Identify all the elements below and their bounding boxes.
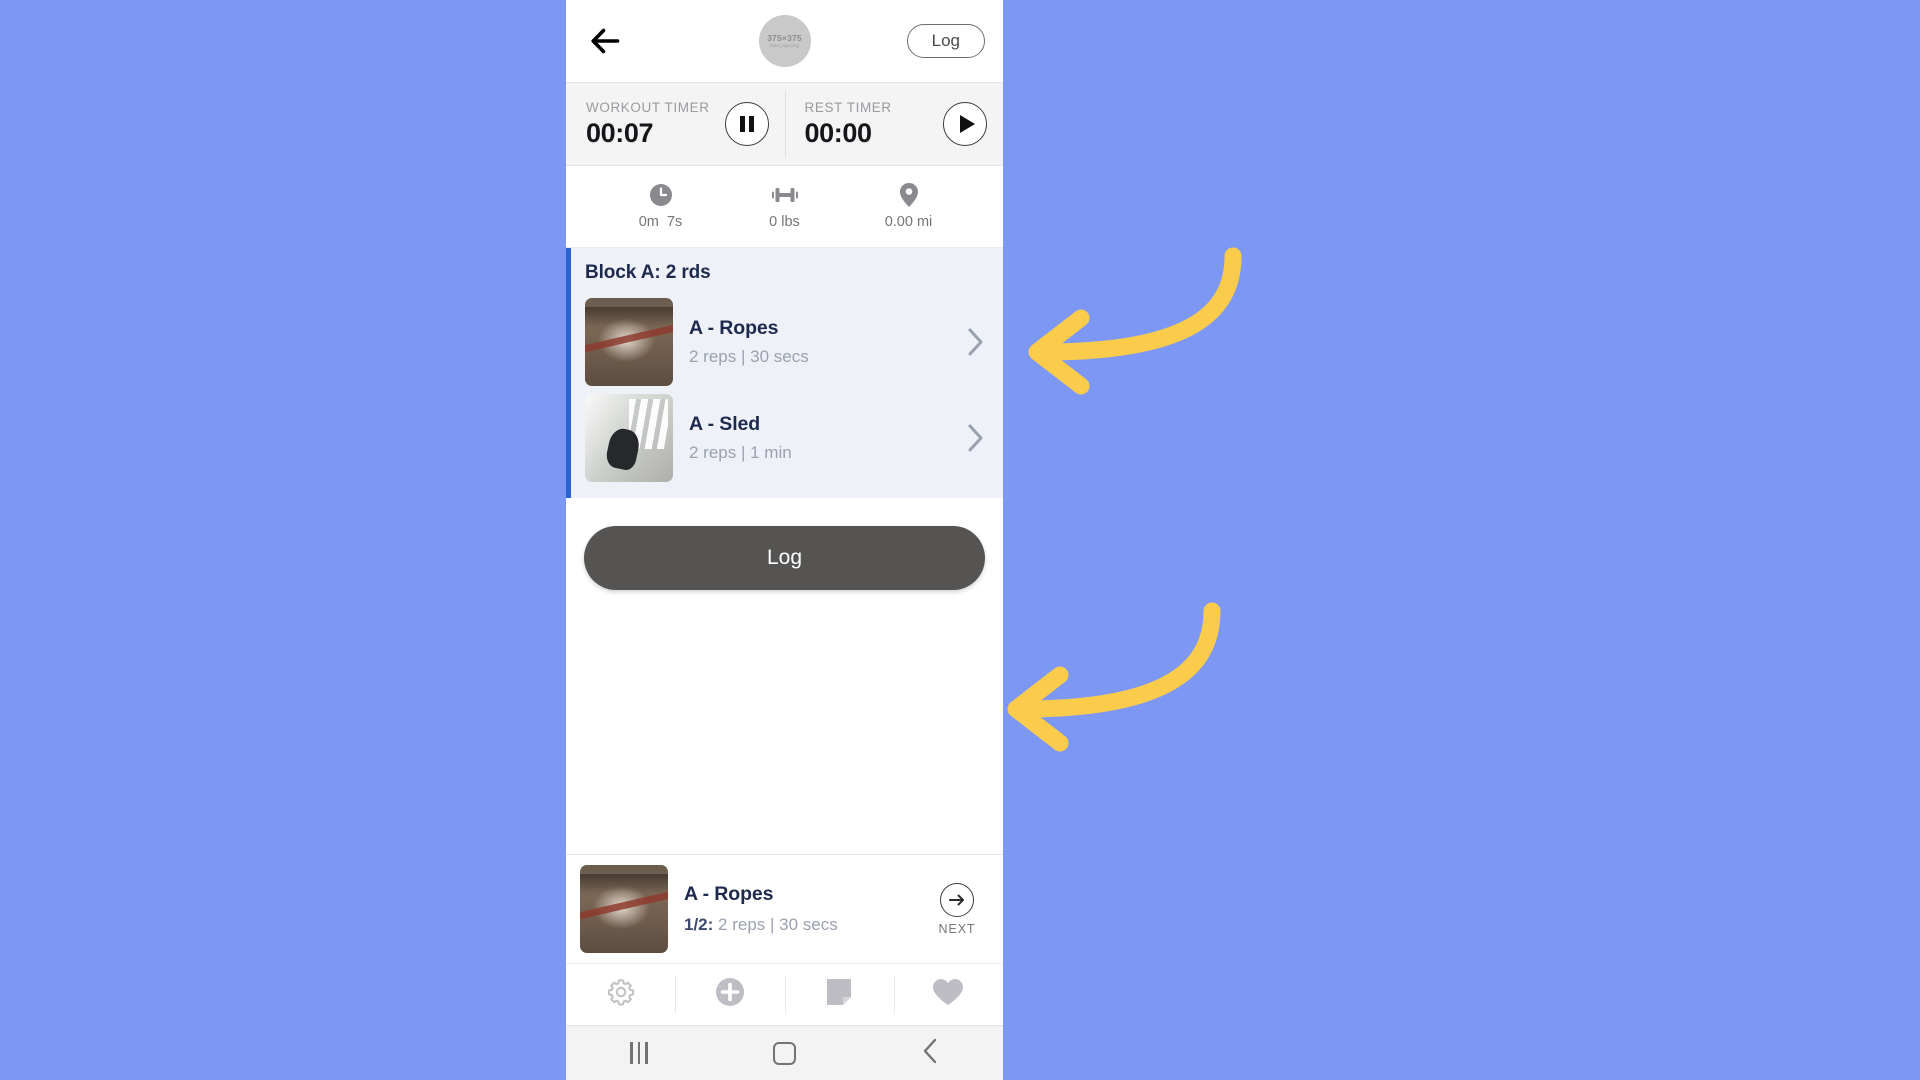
block-title: Block A: 2 rds (585, 262, 711, 283)
avatar-filename-label: med_logo.png (769, 42, 800, 48)
avatar-dimensions-label: 375×375 (767, 32, 802, 43)
exercise-detail: 2 reps | 1 min (689, 443, 792, 462)
location-pin-icon (899, 183, 919, 207)
battle-ropes-thumbnail (585, 298, 673, 386)
exercise-detail: 2 reps | 30 secs (689, 347, 809, 366)
annotation-arrow-exercise-chevron (1028, 247, 1242, 395)
exercise-row[interactable]: A - Ropes 2 reps | 30 secs (571, 294, 1003, 390)
workout-timer-label: WORKOUT TIMER (586, 99, 710, 115)
android-nav-bar (566, 1025, 1003, 1080)
exercise-text: A - Sled 2 reps | 1 min (689, 413, 947, 463)
log-area: Log (566, 498, 1003, 854)
gear-icon (605, 976, 637, 1013)
current-exercise-spec: 2 reps | 30 secs (713, 915, 838, 934)
play-icon (959, 115, 975, 133)
battle-ropes-thumbnail (580, 865, 668, 953)
chevron-right-icon[interactable] (963, 423, 989, 453)
workout-timer-text: WORKOUT TIMER 00:07 (586, 100, 725, 149)
workout-timer: WORKOUT TIMER 00:07 (566, 83, 785, 165)
arrow-right-circle-icon (940, 882, 974, 917)
exercise-name: A - Ropes (689, 317, 779, 339)
timers-bar: WORKOUT TIMER 00:07 REST TIMER 00:00 (566, 82, 1003, 166)
note-icon (825, 977, 853, 1012)
sled-push-thumbnail (585, 394, 673, 482)
stat-volume: 0 lbs (751, 183, 819, 230)
stat-duration-value: 0m 7s (638, 214, 683, 230)
app-bar: 375×375 med_logo.png Log (566, 0, 1003, 82)
current-exercise-detail: 1/2: 2 reps | 30 secs (684, 915, 909, 935)
start-rest-timer-button[interactable] (943, 102, 987, 146)
exercise-text: A - Ropes 2 reps | 30 secs (689, 317, 947, 367)
next-label: NEXT (938, 921, 976, 936)
rest-timer-value: 00:00 (804, 117, 872, 148)
nav-back-button[interactable] (890, 1033, 970, 1073)
pause-workout-timer-button[interactable] (724, 102, 769, 146)
current-exercise-name: A - Ropes (684, 883, 774, 905)
avatar[interactable]: 375×375 med_logo.png (758, 15, 811, 67)
plus-circle-icon (714, 976, 746, 1013)
pause-icon (739, 116, 754, 132)
stat-volume-value: 0 lbs (769, 214, 800, 230)
back-arrow-icon[interactable] (584, 20, 626, 62)
exercise-name: A - Sled (689, 413, 761, 435)
stats-bar: 0m 7s 0 lbs 0.00 mi (566, 166, 1003, 248)
annotation-arrow-next-button (1007, 602, 1221, 752)
recents-icon (630, 1042, 648, 1064)
back-chevron-icon (921, 1036, 939, 1071)
settings-tool[interactable] (566, 964, 675, 1025)
phone-screen: 375×375 med_logo.png Log WORKOUT TIMER 0… (566, 0, 1003, 1080)
nav-recents-button[interactable] (599, 1033, 679, 1073)
rest-timer-label: REST TIMER (804, 99, 892, 115)
chevron-right-icon[interactable] (963, 327, 989, 357)
log-pill-button[interactable]: Log (906, 23, 985, 59)
favorite-tool[interactable] (893, 964, 1003, 1025)
rest-timer: REST TIMER 00:00 (784, 83, 1004, 165)
home-icon (772, 1041, 796, 1065)
tools-bar (566, 963, 1003, 1025)
workout-timer-value: 00:07 (586, 117, 654, 148)
add-tool[interactable] (675, 964, 784, 1025)
next-button[interactable]: NEXT (925, 882, 989, 936)
note-tool[interactable] (784, 964, 894, 1025)
current-set-counter: 1/2: (684, 915, 714, 934)
rest-timer-text: REST TIMER 00:00 (805, 100, 944, 149)
dumbbell-icon (771, 183, 799, 207)
stat-duration: 0m 7s (627, 183, 695, 230)
nav-home-button[interactable] (744, 1033, 824, 1073)
block-section: Block A: 2 rds A - Ropes 2 reps | 30 sec… (566, 248, 1003, 498)
exercise-row[interactable]: A - Sled 2 reps | 1 min (571, 390, 1003, 486)
log-button[interactable]: Log (584, 526, 985, 590)
heart-icon (931, 977, 965, 1012)
stat-distance: 0.00 mi (875, 183, 943, 230)
stat-distance-value: 0.00 mi (884, 214, 933, 230)
clock-icon (649, 183, 673, 207)
current-exercise-text: A - Ropes 1/2: 2 reps | 30 secs (684, 883, 909, 935)
current-exercise-bar: A - Ropes 1/2: 2 reps | 30 secs NEXT (566, 854, 1003, 963)
